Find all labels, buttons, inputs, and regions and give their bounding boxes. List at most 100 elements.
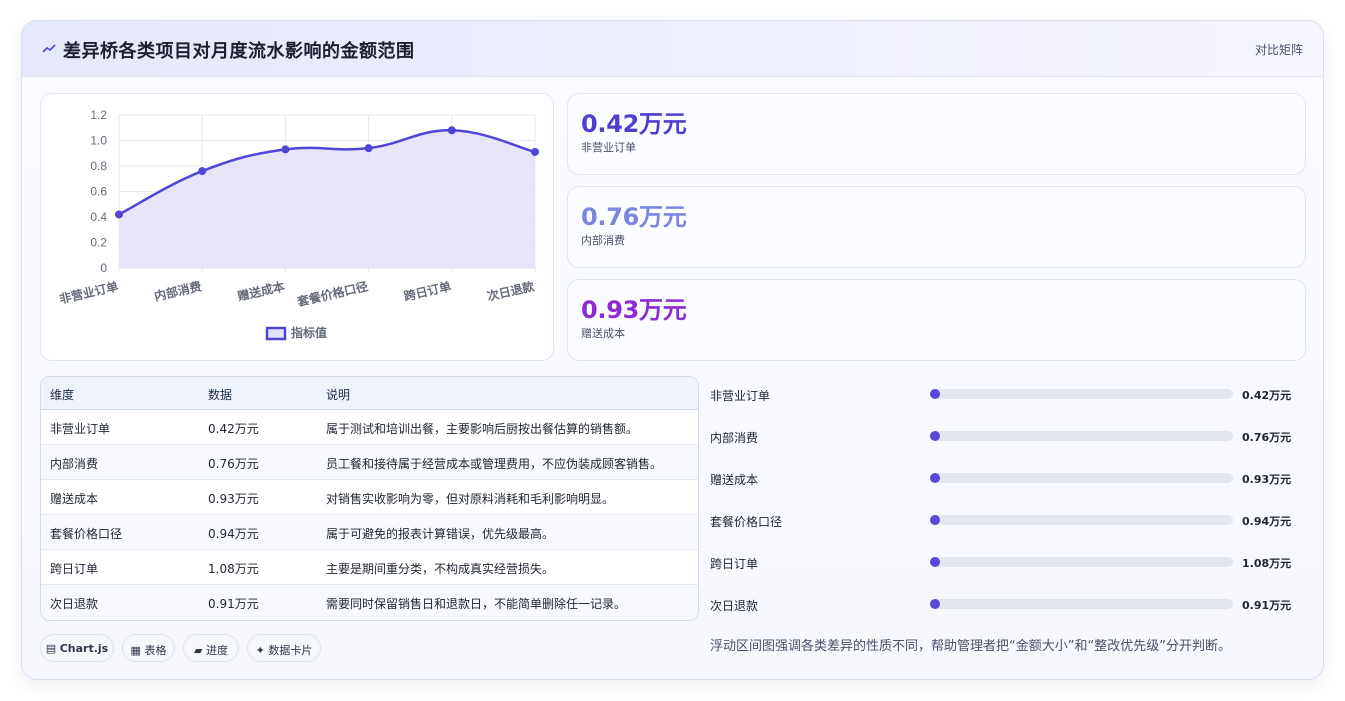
kpi-value: 0.93万元 (581, 296, 687, 324)
tag-label: 进度 (205, 644, 228, 657)
progress-label: 次日退款 (710, 599, 759, 613)
kpi-value: 0.76万元 (581, 203, 687, 231)
table-row: 跨日订单 1.08万元 主要是期间重分类，不构成真实经营损失。 (41, 550, 698, 585)
progress-track (930, 599, 1233, 609)
progress-track (930, 473, 1233, 483)
table-icon: ▦ (130, 644, 141, 657)
y-tick-label: 0.4 (90, 210, 107, 224)
column-header: 维度 (50, 388, 75, 402)
table-cell: 0.76万元 (208, 457, 259, 471)
column-header: 说明 (326, 388, 351, 402)
progress-value: 0.94万元 (1242, 515, 1292, 528)
progress-row: 跨日订单 1.08万元 (710, 552, 1310, 572)
kpi-card-1: 0.42万元 非营业订单 (567, 93, 1306, 175)
card-header: 差异桥各类项目对月度流水影响的金额范围 对比矩阵 (22, 21, 1323, 77)
table-row: 非营业订单 0.42万元 属于测试和培训出餐，主要影响后厨按出餐估算的销售额。 (41, 410, 698, 445)
page-title: 差异桥各类项目对月度流水影响的金额范围 (63, 41, 415, 62)
progress-value: 0.76万元 (1242, 431, 1292, 444)
data-point (364, 144, 373, 153)
column-header: 数据 (208, 388, 233, 402)
trend-icon (42, 44, 56, 53)
tag-label: 数据卡片 (268, 644, 313, 657)
y-tick-label: 1.2 (90, 108, 107, 122)
table-header-row: 维度 数据 说明 (41, 377, 698, 410)
progress-list: 非营业订单 0.42万元 内部消费 0.76万元 赠送成本 0.93万元 套餐价… (710, 376, 1310, 616)
progress-icon: ▰ (194, 644, 203, 657)
x-tick-label: 套餐价格口径 (295, 278, 370, 309)
tag-data-card[interactable]: ✦ 数据卡片 (247, 634, 321, 662)
table-cell: 赠送成本 (50, 492, 99, 506)
chart-icon: ▤ (45, 642, 57, 655)
progress-track (930, 389, 1233, 399)
table-cell: 对销售实收影响为零，但对原料消耗和毛利影响明显。 (326, 492, 615, 506)
progress-fill (930, 599, 940, 609)
x-tick-label: 次日退款 (486, 278, 537, 304)
x-tick-label: 跨日订单 (402, 278, 452, 303)
kpi-value: 0.42万元 (581, 110, 687, 138)
table-cell: 属于可避免的报表计算错误，优先级最高。 (326, 527, 555, 541)
kpi-card-3: 0.93万元 赠送成本 (567, 279, 1306, 361)
table-cell: 0.42万元 (208, 422, 259, 436)
progress-track (930, 515, 1233, 525)
table-cell: 0.91万元 (208, 597, 259, 611)
table-cell: 需要同时保留销售日和退款日，不能简单删除任一记录。 (326, 597, 627, 611)
y-tick-label: 0.8 (90, 159, 107, 173)
tag-label: 表格 (144, 644, 167, 657)
progress-fill (930, 557, 940, 567)
table-row: 赠送成本 0.93万元 对销售实收影响为零，但对原料消耗和毛利影响明显。 (41, 480, 698, 515)
dashboard-card: 差异桥各类项目对月度流水影响的金额范围 对比矩阵 0 0.2 0.4 0.6 0.8 1.… (21, 20, 1324, 680)
table-cell: 1.08万元 (208, 562, 259, 576)
y-tick-label: 0.2 (90, 236, 107, 250)
x-tick-label: 赠送成本 (236, 278, 286, 303)
table-cell: 套餐价格口径 (50, 527, 123, 541)
progress-row: 套餐价格口径 0.94万元 (710, 510, 1310, 530)
y-tick-label: 1.0 (90, 134, 107, 148)
progress-row: 内部消费 0.76万元 (710, 426, 1310, 446)
legend-swatch (265, 326, 287, 341)
x-tick-label: 内部消费 (153, 278, 203, 303)
tag-table[interactable]: ▦ 表格 (122, 634, 175, 662)
table-cell: 0.94万元 (208, 527, 259, 541)
table-cell: 主要是期间重分类，不构成真实经营损失。 (326, 562, 555, 576)
kpi-label: 赠送成本 (581, 327, 625, 340)
compare-matrix-link[interactable]: 对比矩阵 (1255, 41, 1303, 58)
progress-track (930, 431, 1233, 441)
progress-value: 0.91万元 (1242, 599, 1292, 612)
progress-label: 内部消费 (710, 431, 759, 445)
data-point (531, 147, 539, 156)
table-cell: 非营业订单 (50, 422, 111, 436)
legend-label: 指标值 (291, 325, 327, 340)
chart-svg: 0 0.2 0.4 0.6 0.8 1.0 1.2 非营业订单 内部消费 赠送成本 套餐价格口径 跨日… (58, 108, 539, 341)
tag-progress[interactable]: ▰ 进度 (183, 634, 239, 662)
kpi-card-2: 0.76万元 内部消费 (567, 186, 1306, 268)
data-point (198, 167, 207, 176)
sparkle-icon: ✦ (255, 644, 265, 657)
table-cell: 0.93万元 (208, 492, 259, 506)
table-cell: 员工餐和接待属于经营成本或管理费用，不应伪装成顾客销售。 (326, 457, 663, 471)
y-tick-label: 0.6 (90, 185, 107, 199)
progress-fill (930, 431, 940, 441)
table-row: 次日退款 0.91万元 需要同时保留销售日和退款日，不能简单删除任一记录。 (41, 585, 698, 620)
progress-label: 套餐价格口径 (710, 515, 783, 529)
series-area (119, 130, 535, 268)
tag-chartjs[interactable]: ▤ Chart.js (40, 634, 114, 662)
table-cell: 内部消费 (50, 457, 99, 471)
footnote: 浮动区间图强调各类差异的性质不同，帮助管理者把“金额大小”和“整改优先级”分开判… (710, 639, 1231, 654)
table-cell: 属于测试和培训出餐，主要影响后厨按出餐估算的销售额。 (326, 422, 639, 436)
progress-fill (930, 515, 940, 525)
progress-value: 0.93万元 (1242, 473, 1292, 486)
progress-row: 非营业订单 0.42万元 (710, 384, 1310, 404)
table-row: 套餐价格口径 0.94万元 属于可避免的报表计算错误，优先级最高。 (41, 515, 698, 550)
tag-label: Chart.js (59, 642, 109, 655)
data-table: 维度 数据 说明 非营业订单 0.42万元 属于测试和培训出餐，主要影响后厨按出… (40, 376, 699, 621)
progress-label: 非营业订单 (710, 389, 771, 403)
x-tick-label: 非营业订单 (58, 278, 120, 306)
kpi-label: 非营业订单 (581, 141, 636, 154)
progress-row: 赠送成本 0.93万元 (710, 468, 1310, 488)
progress-label: 跨日订单 (710, 557, 759, 571)
data-point (281, 145, 290, 154)
table-cell: 跨日订单 (50, 562, 99, 576)
y-tick-label: 0 (100, 261, 107, 275)
area-chart: 0 0.2 0.4 0.6 0.8 1.0 1.2 非营业订单 内部消费 赠送成本 套餐价格口径 跨日… (40, 93, 554, 361)
table-row: 内部消费 0.76万元 员工餐和接待属于经营成本或管理费用，不应伪装成顾客销售。 (41, 445, 698, 480)
